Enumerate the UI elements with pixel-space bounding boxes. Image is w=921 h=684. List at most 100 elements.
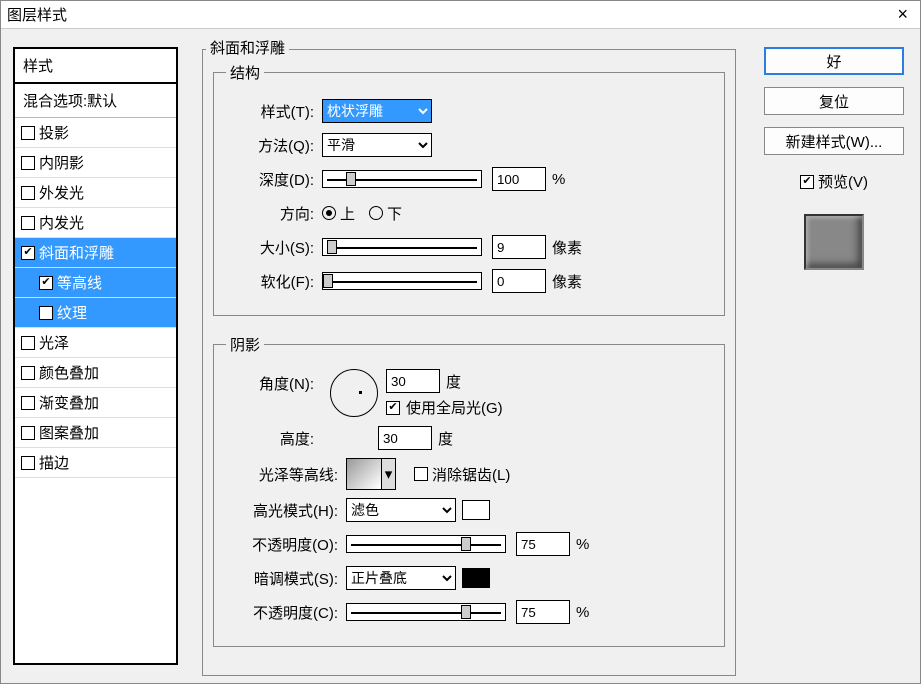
technique-select[interactable]: 平滑 xyxy=(322,133,432,157)
depth-slider[interactable] xyxy=(322,170,482,188)
altitude-input[interactable] xyxy=(378,426,432,450)
style-item-label: 纹理 xyxy=(57,302,87,323)
bevel-emboss-settings: 斜面和浮雕 结构 样式(T): 枕状浮雕 方法(Q): 平滑 xyxy=(178,47,748,665)
shading-group: 阴影 角度(N): 度 使用全局光(G) xyxy=(213,334,725,647)
shadow-opacity-label: 不透明度(C): xyxy=(226,602,346,623)
angle-label: 角度(N): xyxy=(226,369,322,394)
structure-legend: 结构 xyxy=(226,62,264,83)
size-label: 大小(S): xyxy=(226,237,322,258)
highlight-mode-label: 高光模式(H): xyxy=(226,500,346,521)
preview-swatch[interactable] xyxy=(804,214,864,270)
size-slider[interactable] xyxy=(322,238,482,256)
style-checkbox[interactable] xyxy=(21,396,35,410)
gloss-contour-label: 光泽等高线: xyxy=(226,464,346,485)
style-item-label: 内阴影 xyxy=(39,152,84,173)
style-item-label: 描边 xyxy=(39,452,69,473)
style-item-label: 投影 xyxy=(39,122,69,143)
style-item-label: 光泽 xyxy=(39,332,69,353)
size-input[interactable] xyxy=(492,235,546,259)
style-item-4[interactable]: 斜面和浮雕 xyxy=(15,238,176,268)
style-item-7[interactable]: 光泽 xyxy=(15,328,176,358)
style-item-5[interactable]: 等高线 xyxy=(15,268,176,298)
shading-legend: 阴影 xyxy=(226,334,264,355)
highlight-opacity-unit: % xyxy=(576,536,589,553)
highlight-mode-select[interactable]: 滤色 xyxy=(346,498,456,522)
antialias-checkbox[interactable] xyxy=(414,467,428,481)
shadow-mode-label: 暗调模式(S): xyxy=(226,568,346,589)
soften-input[interactable] xyxy=(492,269,546,293)
titlebar: 图层样式 × xyxy=(1,1,920,29)
angle-input[interactable] xyxy=(386,369,440,393)
action-column: 好 复位 新建样式(W)... 预览(V) xyxy=(748,47,908,665)
preview-label: 预览(V) xyxy=(818,171,868,192)
style-item-label: 内发光 xyxy=(39,212,84,233)
style-checkbox[interactable] xyxy=(21,426,35,440)
style-item-label: 斜面和浮雕 xyxy=(39,242,114,263)
style-checkbox[interactable] xyxy=(39,276,53,290)
style-item-11[interactable]: 描边 xyxy=(15,448,176,478)
style-checkbox[interactable] xyxy=(21,216,35,230)
style-select[interactable]: 枕状浮雕 xyxy=(322,99,432,123)
direction-up-label: 上 xyxy=(340,203,355,224)
style-item-8[interactable]: 颜色叠加 xyxy=(15,358,176,388)
global-light-label: 使用全局光(G) xyxy=(406,397,503,418)
shadow-mode-select[interactable]: 正片叠底 xyxy=(346,566,456,590)
style-checkbox[interactable] xyxy=(39,306,53,320)
style-item-0[interactable]: 投影 xyxy=(15,118,176,148)
highlight-opacity-input[interactable] xyxy=(516,532,570,556)
gloss-contour-picker[interactable]: ▾ xyxy=(346,458,396,490)
style-checkbox[interactable] xyxy=(21,156,35,170)
angle-dial[interactable] xyxy=(330,369,378,417)
reset-button[interactable]: 复位 xyxy=(764,87,904,115)
chevron-down-icon[interactable]: ▾ xyxy=(381,459,395,489)
depth-input[interactable] xyxy=(492,167,546,191)
shadow-opacity-slider[interactable] xyxy=(346,603,506,621)
highlight-color-swatch[interactable] xyxy=(462,500,490,520)
direction-up-radio[interactable] xyxy=(322,206,336,220)
shadow-color-swatch[interactable] xyxy=(462,568,490,588)
style-checkbox[interactable] xyxy=(21,186,35,200)
styles-header[interactable]: 样式 xyxy=(15,49,176,84)
altitude-label: 高度: xyxy=(226,428,322,449)
technique-label: 方法(Q): xyxy=(226,135,322,156)
antialias-label: 消除锯齿(L) xyxy=(432,464,510,485)
soften-slider[interactable] xyxy=(322,272,482,290)
shadow-opacity-input[interactable] xyxy=(516,600,570,624)
style-item-2[interactable]: 外发光 xyxy=(15,178,176,208)
ok-button[interactable]: 好 xyxy=(764,47,904,75)
soften-unit: 像素 xyxy=(552,271,582,292)
preview-checkbox[interactable] xyxy=(800,175,814,189)
dialog-title: 图层样式 xyxy=(7,4,67,25)
angle-unit: 度 xyxy=(446,371,461,392)
style-item-9[interactable]: 渐变叠加 xyxy=(15,388,176,418)
style-item-label: 等高线 xyxy=(57,272,102,293)
depth-label: 深度(D): xyxy=(226,169,322,190)
style-item-1[interactable]: 内阴影 xyxy=(15,148,176,178)
styles-list: 样式 混合选项:默认 投影内阴影外发光内发光斜面和浮雕等高线纹理光泽颜色叠加渐变… xyxy=(13,47,178,665)
style-item-label: 外发光 xyxy=(39,182,84,203)
style-checkbox[interactable] xyxy=(21,126,35,140)
global-light-checkbox[interactable] xyxy=(386,401,400,415)
size-unit: 像素 xyxy=(552,237,582,258)
new-style-button[interactable]: 新建样式(W)... xyxy=(764,127,904,155)
style-label: 样式(T): xyxy=(226,101,322,122)
content: 样式 混合选项:默认 投影内阴影外发光内发光斜面和浮雕等高线纹理光泽颜色叠加渐变… xyxy=(1,29,920,683)
style-item-6[interactable]: 纹理 xyxy=(15,298,176,328)
style-checkbox[interactable] xyxy=(21,336,35,350)
style-item-label: 渐变叠加 xyxy=(39,392,99,413)
close-icon[interactable]: × xyxy=(891,4,914,25)
direction-down-radio[interactable] xyxy=(369,206,383,220)
highlight-opacity-slider[interactable] xyxy=(346,535,506,553)
style-item-label: 图案叠加 xyxy=(39,422,99,443)
style-item-3[interactable]: 内发光 xyxy=(15,208,176,238)
layer-style-dialog: 图层样式 × 样式 混合选项:默认 投影内阴影外发光内发光斜面和浮雕等高线纹理光… xyxy=(0,0,921,684)
blend-options-default[interactable]: 混合选项:默认 xyxy=(15,84,176,118)
style-checkbox[interactable] xyxy=(21,456,35,470)
style-checkbox[interactable] xyxy=(21,366,35,380)
style-item-label: 颜色叠加 xyxy=(39,362,99,383)
soften-label: 软化(F): xyxy=(226,271,322,292)
section-title: 斜面和浮雕 xyxy=(206,37,289,58)
shadow-opacity-unit: % xyxy=(576,604,589,621)
style-checkbox[interactable] xyxy=(21,246,35,260)
style-item-10[interactable]: 图案叠加 xyxy=(15,418,176,448)
